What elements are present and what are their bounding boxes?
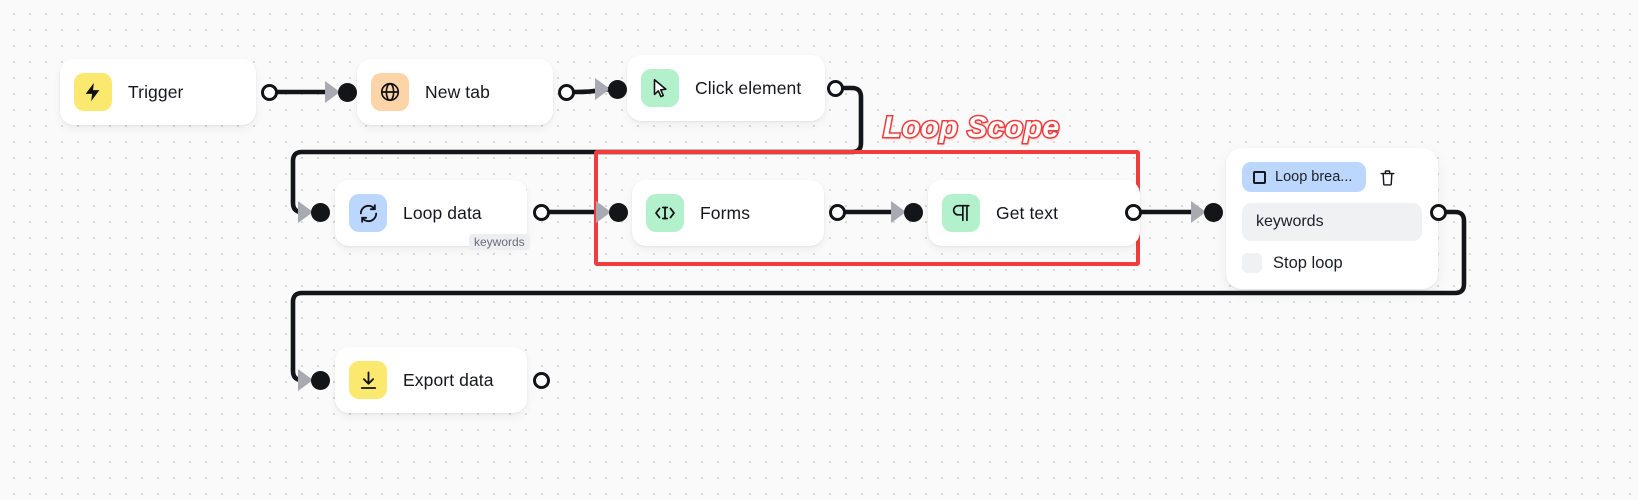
port-in-get-text[interactable] <box>904 203 923 222</box>
loop-breakpoint-panel[interactable]: Loop brea... keywords Stop loop <box>1226 148 1438 289</box>
port-in-loop-break[interactable] <box>1204 203 1223 222</box>
port-out-loop-data[interactable] <box>533 204 550 221</box>
stop-loop-row[interactable]: Stop loop <box>1242 253 1422 273</box>
stop-loop-label: Stop loop <box>1273 253 1343 272</box>
node-click-element-label: Click element <box>695 77 802 98</box>
port-in-loop-data[interactable] <box>311 203 330 222</box>
workflow-canvas[interactable]: Loop Scope Trigger New tab Click element… <box>0 0 1638 500</box>
cursor-arrow-icon <box>641 69 679 107</box>
port-out-loop-break[interactable] <box>1430 204 1447 221</box>
node-loop-data-label: Loop data <box>403 202 482 223</box>
globe-icon <box>371 73 409 111</box>
node-forms[interactable]: Forms <box>632 180 824 246</box>
loop-scope-label: Loop Scope <box>882 110 1061 146</box>
node-new-tab-label: New tab <box>425 81 490 102</box>
node-loop-data-sublabel: keywords <box>469 234 530 250</box>
square-stop-icon <box>1253 170 1266 184</box>
keywords-value: keywords <box>1256 213 1324 230</box>
stop-loop-checkbox[interactable] <box>1242 253 1262 273</box>
port-out-forms[interactable] <box>829 204 846 221</box>
node-forms-label: Forms <box>700 202 751 223</box>
loop-break-label: Loop brea... <box>1275 169 1353 185</box>
loop-break-badge[interactable]: Loop brea... <box>1242 162 1367 192</box>
node-export-data[interactable]: Export data <box>335 347 527 413</box>
node-trigger[interactable]: Trigger <box>60 59 256 125</box>
loop-refresh-icon <box>349 194 387 232</box>
node-trigger-label: Trigger <box>128 81 184 102</box>
port-out-click-element[interactable] <box>827 80 844 97</box>
pilcrow-icon <box>942 194 980 232</box>
node-get-text[interactable]: Get text <box>928 180 1140 246</box>
port-out-trigger[interactable] <box>261 84 278 101</box>
node-export-data-label: Export data <box>403 369 494 390</box>
port-out-get-text[interactable] <box>1125 204 1142 221</box>
port-in-forms[interactable] <box>609 203 628 222</box>
port-out-new-tab[interactable] <box>558 84 575 101</box>
port-out-export-data[interactable] <box>533 372 550 389</box>
lightning-bolt-icon <box>74 73 112 111</box>
node-click-element[interactable]: Click element <box>627 55 825 121</box>
node-new-tab[interactable]: New tab <box>357 59 553 125</box>
download-export-icon <box>349 361 387 399</box>
trash-icon[interactable] <box>1378 168 1397 187</box>
port-in-click-element[interactable] <box>608 80 627 99</box>
port-in-new-tab[interactable] <box>338 83 357 102</box>
panel-header-row: Loop brea... <box>1242 162 1422 192</box>
node-get-text-label: Get text <box>996 202 1059 223</box>
port-in-export-data[interactable] <box>311 371 330 390</box>
form-input-code-icon <box>646 194 684 232</box>
keywords-input[interactable]: keywords <box>1242 203 1422 241</box>
